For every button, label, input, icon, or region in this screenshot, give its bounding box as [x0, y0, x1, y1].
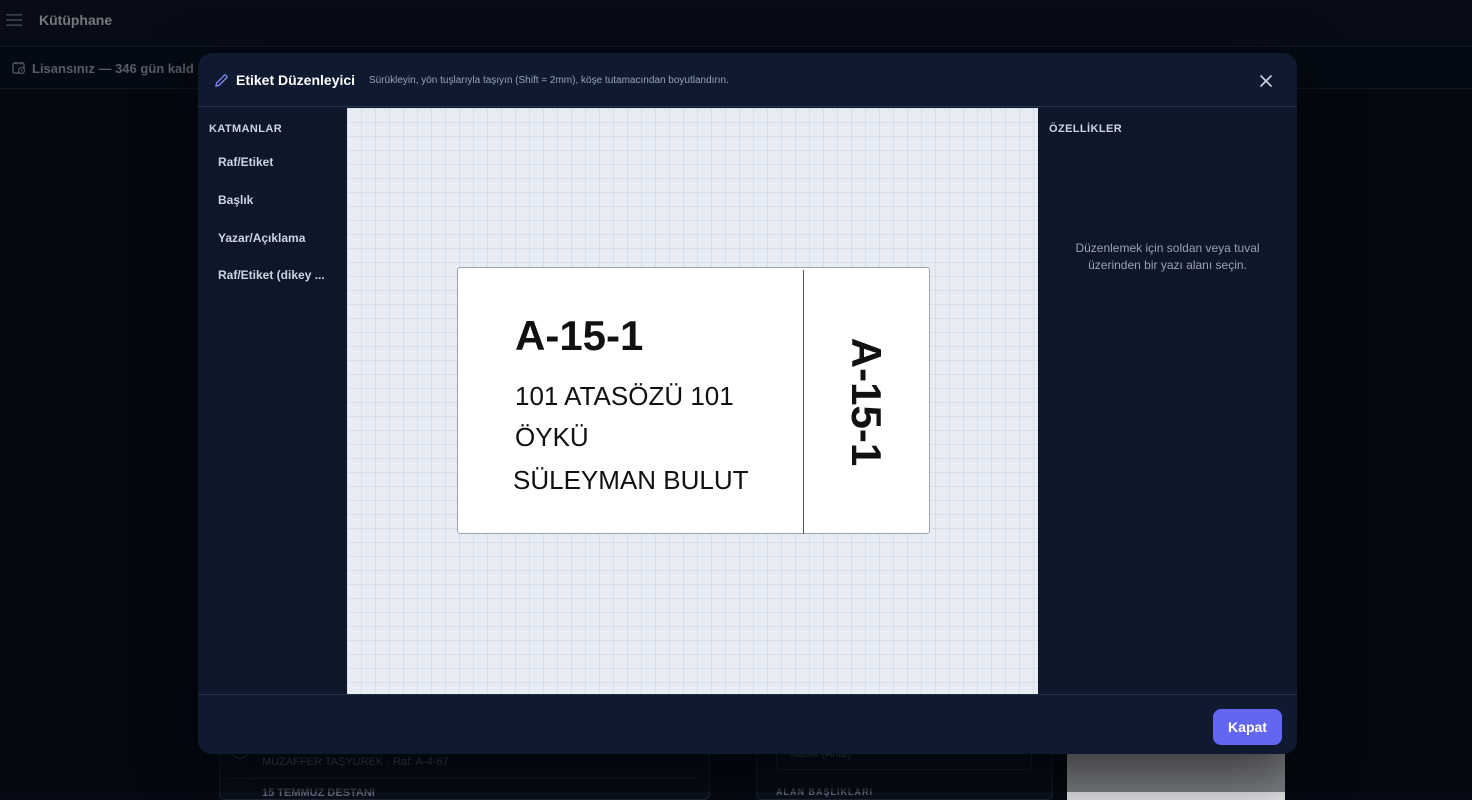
- layer-item-shelf[interactable]: Raf/Etiket: [206, 147, 339, 177]
- modal-header: Etiket Düzenleyici Sürükleyin, yön tuşla…: [198, 53, 1297, 107]
- close-button[interactable]: [1254, 69, 1278, 93]
- label-preview: A-15-1 101 ATASÖZÜ 101 ÖYKÜ SÜLEYMAN BUL…: [457, 267, 930, 534]
- label-shelf-code[interactable]: A-15-1: [515, 312, 643, 360]
- modal-hint: Sürükleyin, yön tuşlarıyla taşıyın (Shif…: [369, 75, 729, 86]
- properties-heading: ÖZELLİKLER: [1049, 123, 1123, 135]
- label-shelf-code-vertical[interactable]: A-15-1: [842, 338, 890, 466]
- label-divider: [803, 270, 804, 534]
- label-book-title[interactable]: 101 ATASÖZÜ 101 ÖYKÜ: [515, 376, 775, 458]
- layer-item-author[interactable]: Yazar/Açıklama: [206, 223, 339, 253]
- layer-item-shelf-vertical[interactable]: Raf/Etiket (dikey ...: [206, 260, 339, 290]
- modal-footer: Kapat: [198, 694, 1297, 754]
- layers-panel: KATMANLAR Raf/Etiket Başlık Yazar/Açıkla…: [198, 108, 347, 694]
- label-author[interactable]: SÜLEYMAN BULUT: [513, 465, 749, 496]
- close-icon: [1260, 75, 1272, 87]
- properties-panel: ÖZELLİKLER Düzenlemek için soldan veya t…: [1038, 108, 1297, 694]
- modal-title: Etiket Düzenleyici: [236, 72, 356, 88]
- label-editor-modal: Etiket Düzenleyici Sürükleyin, yön tuşla…: [198, 53, 1297, 754]
- pencil-icon: [215, 74, 228, 87]
- properties-empty-message: Düzenlemek için soldan veya tuval üzerin…: [1075, 241, 1260, 272]
- close-action-button[interactable]: Kapat: [1213, 709, 1282, 745]
- layer-item-title[interactable]: Başlık: [206, 185, 339, 215]
- label-canvas[interactable]: A-15-1 101 ATASÖZÜ 101 ÖYKÜ SÜLEYMAN BUL…: [347, 108, 1038, 694]
- layers-heading: KATMANLAR: [209, 123, 283, 135]
